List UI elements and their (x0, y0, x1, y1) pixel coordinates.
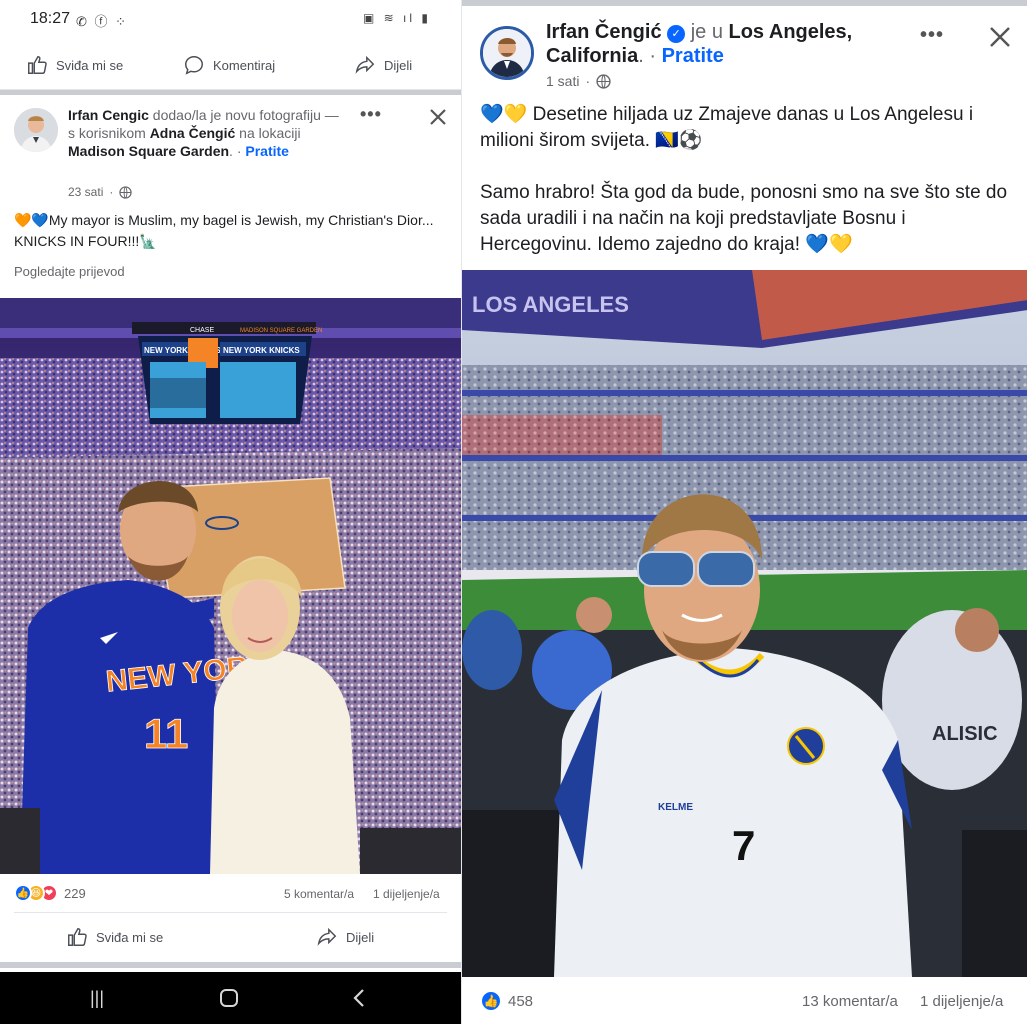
like-reaction-icon: 👍 (14, 884, 32, 902)
comment-count[interactable]: 13 komentar/a (802, 993, 898, 1010)
reaction-summary[interactable]: 👍 458 (480, 990, 533, 1012)
share-count[interactable]: 1 dijeljenje/a (373, 887, 440, 901)
msg-photo[interactable]: CHASE MADISON SQUARE GARDEN NEW YORK KNI… (0, 298, 461, 874)
close-icon[interactable] (428, 107, 448, 127)
android-nav-bar: ||| (0, 972, 461, 1024)
share-count[interactable]: 1 dijeljenje/a (920, 993, 1003, 1010)
stadium-banner-text: LOS ANGELES (472, 292, 629, 317)
share-button-top[interactable]: Dijeli (354, 54, 412, 76)
post-header-text: Irfan Čengić ✓ je u Los Angeles, Califor… (546, 21, 853, 67)
like-button[interactable]: Sviđa mi se (66, 926, 163, 948)
post-separator (0, 90, 461, 95)
post-meta: 1 sati · (546, 73, 611, 89)
share-arrow-icon (317, 927, 337, 946)
comment-label: Komentiraj (213, 57, 276, 73)
like-label: Sviđa mi se (96, 929, 164, 945)
previous-post-action-bar: Sviđa mi se Komentiraj Dijeli (0, 40, 461, 90)
thumbs-up-icon (28, 56, 47, 74)
divider (14, 912, 447, 913)
more-options-icon[interactable]: ••• (360, 104, 382, 125)
post-caption: 🧡💙My mayor is Muslim, my bagel is Jewish… (14, 212, 434, 249)
top-separator (462, 0, 1027, 6)
globe-icon (119, 185, 133, 199)
share-label: Dijeli (384, 57, 413, 73)
author-avatar[interactable] (480, 26, 534, 80)
globe-icon (596, 73, 611, 89)
background-shirt-text: ALISIC (932, 723, 998, 745)
stadium-photo[interactable]: LOS ANGELES ALISIC KELME 7 (462, 270, 1027, 977)
left-post-screenshot: 18:27 ✆ ⓕ ⁘ ▣ ≋ ıl ▮ Sviđa mi se Komenti… (0, 0, 461, 1024)
recent-apps-icon[interactable]: ||| (90, 988, 104, 1009)
system-icons: ▣ ≋ ıl ▮ (363, 11, 431, 25)
home-icon[interactable] (219, 988, 239, 1008)
post-meta: 23 sati · (68, 185, 133, 199)
follow-button[interactable]: Pratite (245, 143, 289, 159)
post-separator (0, 962, 461, 968)
reaction-count: 229 (64, 885, 86, 901)
status-bar: 18:27 ✆ ⓕ ⁘ ▣ ≋ ıl ▮ (0, 0, 461, 38)
post-header: Irfan Cengic dodao/la je novu fotografij… (0, 98, 461, 202)
share-button[interactable]: Dijeli (316, 926, 374, 948)
see-translation-link[interactable]: Pogledajte prijevod (14, 264, 125, 279)
scoreboard-top: MADISON SQUARE GARDEN (240, 328, 322, 334)
share-label: Dijeli (346, 929, 375, 945)
jersey-number: 7 (732, 822, 755, 869)
is-in-text: je u (685, 21, 729, 43)
share-arrow-icon (355, 55, 375, 74)
caption-paragraph-1: 💙💛 Desetine hiljada uz Zmajeve danas u L… (480, 104, 974, 151)
close-icon[interactable] (988, 25, 1012, 49)
like-label: Sviđa mi se (56, 57, 124, 73)
right-post-screenshot: Irfan Čengić ✓ je u Los Angeles, Califor… (461, 0, 1027, 1024)
back-icon[interactable] (350, 988, 370, 1008)
post-time: 23 sati (68, 185, 104, 199)
like-button-top[interactable]: Sviđa mi se (26, 54, 123, 76)
author-avatar[interactable] (14, 108, 58, 152)
comment-count[interactable]: 5 komentar/a (284, 887, 354, 901)
post-header-text: Irfan Cengic dodao/la je novu fotografij… (68, 107, 339, 159)
comment-button-top[interactable]: Komentiraj (183, 54, 275, 76)
caption-paragraph-2: Samo hrabro! Šta god da bude, ponosni sm… (480, 182, 1008, 255)
reaction-summary[interactable]: 👍 😆 ❤ 229 (14, 884, 86, 902)
post-time: 1 sati (546, 73, 580, 89)
verified-badge-icon: ✓ (667, 25, 686, 43)
notification-icons: ✆ ⓕ ⁘ (76, 14, 129, 29)
reaction-count: 458 (508, 992, 534, 1010)
tagged-user[interactable]: Adna Čengić (150, 125, 236, 141)
author-name[interactable]: Irfan Čengić (546, 21, 662, 43)
like-reaction-icon: 👍 (480, 990, 502, 1012)
comment-bubble-icon (185, 56, 203, 75)
status-time: 18:27 (30, 10, 71, 27)
follow-button[interactable]: Pratite (662, 45, 724, 67)
location-link[interactable]: Madison Square Garden (68, 143, 229, 159)
more-options-icon[interactable]: ••• (920, 24, 944, 47)
jersey-brand: KELME (658, 802, 693, 813)
scoreboard-right-text: NEW YORK KNICKS (223, 346, 300, 355)
scoreboard-sponsor: CHASE (190, 327, 214, 334)
thumbs-up-icon (68, 928, 87, 946)
jersey-number: 11 (144, 710, 188, 757)
author-name[interactable]: Irfan Cengic (68, 107, 149, 123)
post-caption: 💙💛 Desetine hiljada uz Zmajeve danas u L… (480, 102, 1010, 284)
location-prefix: na lokaciji (235, 125, 301, 141)
